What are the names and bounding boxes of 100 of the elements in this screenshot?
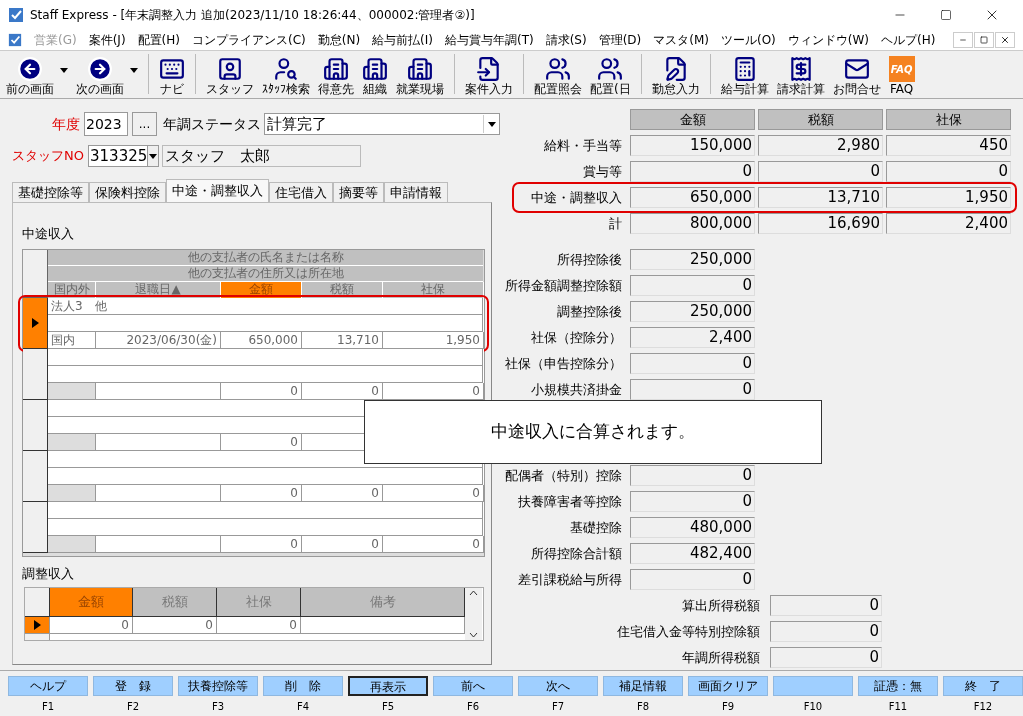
- function-key-button[interactable]: 扶養控除等: [178, 676, 258, 696]
- toolbar-button[interactable]: FAQ FAQ: [884, 56, 919, 96]
- function-key-button[interactable]: 削 除: [263, 676, 343, 696]
- row-header[interactable]: [23, 501, 48, 553]
- row-label: 算出所得税額: [681, 596, 760, 615]
- scroll-up-icon[interactable]: [469, 590, 478, 596]
- toolbar-button[interactable]: 組織: [358, 56, 392, 96]
- function-key-button[interactable]: 補足情報: [603, 676, 683, 696]
- amount-field: 1,950: [886, 187, 1011, 208]
- menu-item[interactable]: 請求(S): [545, 31, 587, 49]
- tab[interactable]: 保険料控除: [89, 182, 166, 202]
- table-cell: 0: [302, 382, 383, 400]
- amount-field: 0: [758, 161, 883, 182]
- tab[interactable]: 摘要等: [333, 182, 384, 202]
- status-select[interactable]: 計算完了: [264, 113, 500, 135]
- grid-corner: [25, 588, 50, 617]
- table-cell: 0: [221, 382, 302, 400]
- people-icon: [597, 56, 624, 82]
- year-field[interactable]: 2023: [84, 112, 128, 136]
- mail-icon: [843, 56, 870, 82]
- table-cell: 0: [383, 535, 484, 553]
- function-key-button[interactable]: 証憑：無: [858, 676, 938, 696]
- amount-field: 2,400: [886, 213, 1011, 234]
- row-label: 差引課税給与所得: [517, 570, 622, 589]
- row-header[interactable]: [23, 297, 48, 349]
- amount-field: 800,000: [630, 213, 755, 234]
- menu-item[interactable]: ツール(O): [721, 31, 776, 49]
- row-label: 中途・調整収入: [530, 188, 622, 207]
- function-key-button[interactable]: ヘルプ: [8, 676, 88, 696]
- function-key-button[interactable]: 終 了: [943, 676, 1023, 696]
- function-key-label: F10: [803, 700, 823, 714]
- year-picker-button[interactable]: ...: [132, 112, 157, 136]
- window-title: Staff Express - [年末調整入力 追加(2023/11/10 18:26:44、000002:管理者②)]: [30, 7, 475, 24]
- toolbar-button[interactable]: ｽﾀｯﾌ検索: [258, 56, 314, 96]
- menu-item[interactable]: 給与賞与年調(T): [444, 31, 534, 49]
- section-title: 中途収入: [22, 225, 75, 243]
- toolbar-button[interactable]: 次の画面: [72, 56, 142, 96]
- toolbar-button[interactable]: 得意先: [314, 56, 358, 96]
- function-key-button[interactable]: 前へ: [433, 676, 513, 696]
- toolbar-button[interactable]: お問合せ: [828, 56, 885, 96]
- row-header[interactable]: [25, 617, 50, 634]
- mdi-close-button[interactable]: [995, 32, 1015, 48]
- row-label: 社保（控除分）: [530, 328, 622, 347]
- menu-item[interactable]: 配置(H): [137, 31, 180, 49]
- function-key-button[interactable]: 登 録: [93, 676, 173, 696]
- row-label: 所得金額調整控除額: [504, 276, 622, 295]
- table-cell: 0: [50, 617, 133, 634]
- toolbar-button[interactable]: 請求計算: [772, 56, 829, 96]
- toolbar-button[interactable]: ナビ: [155, 56, 189, 96]
- row-header[interactable]: [23, 399, 48, 451]
- row-header[interactable]: [23, 348, 48, 400]
- amount-field: 0: [630, 569, 755, 590]
- amount-field: 16,690: [758, 213, 883, 234]
- table-cell: 0: [302, 535, 383, 553]
- minimize-icon: [959, 36, 967, 44]
- menu-item[interactable]: マスタ(M): [653, 31, 709, 49]
- table-cell: 13,710: [302, 331, 383, 349]
- amount-field: 0: [630, 379, 755, 400]
- table-cell: 0: [383, 484, 484, 502]
- table-cell: 0: [221, 535, 302, 553]
- tab[interactable]: 住宅借入: [269, 182, 333, 202]
- toolbar-button[interactable]: 案件入力: [461, 56, 517, 96]
- staff-number-select[interactable]: 313325: [88, 145, 159, 167]
- tab[interactable]: 申請情報: [384, 182, 448, 202]
- menu-item[interactable]: 給与前払(I): [372, 31, 433, 49]
- menu-item[interactable]: ウィンドウ(W): [787, 31, 870, 49]
- tab[interactable]: 基礎控除等: [12, 182, 89, 202]
- menu-item[interactable]: 管理(D): [598, 31, 642, 49]
- function-key-button[interactable]: 画面クリア: [688, 676, 768, 696]
- amount-field: 0: [770, 647, 882, 668]
- amount-field: 0: [770, 595, 882, 616]
- toolbar-button[interactable]: 就業現場: [392, 56, 448, 96]
- toolbar-button[interactable]: 給与計算: [716, 56, 773, 96]
- table-cell: 0: [383, 382, 484, 400]
- toolbar-button[interactable]: 勤怠入力: [647, 56, 704, 96]
- function-key-label: F12: [973, 700, 993, 714]
- menu-item[interactable]: コンプライアンス(C): [191, 31, 306, 49]
- row-header[interactable]: [23, 450, 48, 502]
- function-key-label: F5: [381, 700, 395, 714]
- function-key-button[interactable]: 次へ: [518, 676, 598, 696]
- tab[interactable]: 中途・調整収入: [166, 179, 269, 202]
- row-label: 小規模共済掛金: [530, 380, 622, 399]
- function-key-button[interactable]: 再表示: [348, 676, 428, 696]
- table-cell: 法人3 他: [48, 297, 483, 315]
- row-label: 賞与等: [582, 162, 622, 181]
- amount-field: 480,000: [630, 517, 755, 538]
- staff-name-field: スタッフ 太郎: [162, 145, 361, 167]
- row-label: 年調所得税額: [681, 648, 760, 667]
- menu-item[interactable]: 勤怠(N): [317, 31, 361, 49]
- toolbar-button[interactable]: スタッフ: [202, 56, 258, 96]
- row-pointer-icon: [33, 620, 41, 630]
- menu-item[interactable]: ヘルプ(H): [881, 31, 936, 49]
- toolbar-button[interactable]: 前の画面: [2, 56, 72, 96]
- toolbar-button[interactable]: 配置照会: [530, 56, 586, 96]
- amount-field: 0: [630, 161, 755, 182]
- maximize-icon: [940, 9, 952, 21]
- scrollbar[interactable]: [465, 588, 482, 640]
- scroll-down-icon[interactable]: [469, 632, 478, 638]
- toolbar-button[interactable]: 配置(日: [586, 56, 635, 96]
- menu-item[interactable]: 案件(J): [88, 31, 126, 49]
